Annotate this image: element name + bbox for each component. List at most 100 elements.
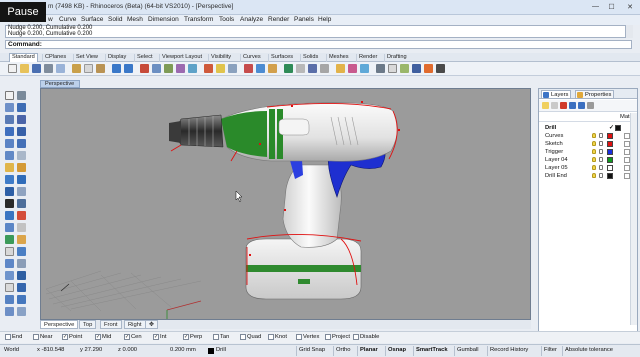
command-prompt[interactable]: Command: bbox=[5, 40, 632, 49]
layer-row[interactable]: Layer 05 bbox=[539, 164, 631, 172]
move-down-icon[interactable] bbox=[578, 102, 585, 109]
mesh-tool-icon[interactable] bbox=[17, 187, 26, 196]
tab-meshes[interactable]: Meshes bbox=[326, 54, 351, 62]
osnap-vertex[interactable]: Vertex bbox=[296, 334, 319, 340]
lock-tool-icon[interactable] bbox=[5, 307, 14, 316]
options-icon[interactable] bbox=[388, 64, 397, 73]
checkbox-icon[interactable]: ✓ bbox=[183, 334, 189, 340]
viewport-title-tab[interactable]: Perspective bbox=[40, 80, 80, 88]
layer-row[interactable]: Curves bbox=[539, 132, 631, 140]
checkbox-icon[interactable] bbox=[5, 334, 11, 340]
grid-icon[interactable] bbox=[228, 64, 237, 73]
tab-set-view[interactable]: Set View bbox=[73, 54, 100, 62]
cplane-label[interactable]: World bbox=[4, 347, 19, 353]
boolean-diff-icon[interactable] bbox=[17, 199, 26, 208]
osnap-toggle[interactable]: Osnap bbox=[385, 346, 408, 356]
shaded-icon[interactable] bbox=[284, 64, 293, 73]
layer-row[interactable]: Sketch bbox=[539, 140, 631, 148]
analyze-tool-icon[interactable] bbox=[5, 283, 14, 292]
tab-select[interactable]: Select bbox=[134, 54, 155, 62]
osnap-near[interactable]: Near bbox=[33, 334, 53, 340]
osnap-knot[interactable]: Knot bbox=[268, 334, 287, 340]
osnap-mid[interactable]: ✓ Mid bbox=[95, 334, 111, 340]
tab-right[interactable]: Right bbox=[124, 320, 146, 329]
move-tool-icon[interactable] bbox=[17, 235, 26, 244]
lightbulb-icon[interactable] bbox=[592, 149, 596, 154]
save-icon[interactable] bbox=[32, 64, 41, 73]
layer-color-swatch[interactable] bbox=[607, 165, 613, 171]
menu-item-partial[interactable]: w bbox=[48, 16, 53, 23]
line-tool-icon[interactable] bbox=[5, 103, 14, 112]
menu-dimension[interactable]: Dimension bbox=[148, 16, 179, 23]
layer-color-swatch[interactable] bbox=[607, 173, 613, 179]
lock-icon[interactable] bbox=[599, 157, 603, 162]
layer-row[interactable]: Drill ✓ bbox=[539, 124, 631, 132]
layer-color-swatch[interactable] bbox=[607, 141, 613, 147]
layer-color-swatch[interactable] bbox=[615, 125, 621, 131]
cut-icon[interactable] bbox=[72, 64, 81, 73]
rotate-tool-icon[interactable] bbox=[17, 247, 26, 256]
checkbox-icon[interactable] bbox=[325, 334, 331, 340]
menu-mesh[interactable]: Mesh bbox=[127, 16, 143, 23]
point-icon[interactable] bbox=[244, 64, 253, 73]
tab-surfaces[interactable]: Surfaces bbox=[268, 54, 295, 62]
solid-sphere-icon[interactable] bbox=[17, 175, 26, 184]
ghosted-icon[interactable] bbox=[320, 64, 329, 73]
current-layer-label[interactable]: Drill bbox=[216, 347, 226, 353]
zoom-extents-icon[interactable] bbox=[188, 64, 197, 73]
rendered-icon[interactable] bbox=[308, 64, 317, 73]
checkbox-icon[interactable] bbox=[353, 334, 359, 340]
lock-icon[interactable] bbox=[599, 165, 603, 170]
more-tools-icon[interactable] bbox=[436, 64, 445, 73]
open-folder-icon[interactable] bbox=[20, 64, 29, 73]
polyline-tool-icon[interactable] bbox=[17, 103, 26, 112]
point-tool-icon[interactable] bbox=[17, 91, 26, 100]
tab-top[interactable]: Top bbox=[79, 320, 97, 329]
properties-icon[interactable] bbox=[56, 64, 65, 73]
checkbox-icon[interactable]: ✓ bbox=[95, 334, 101, 340]
history-scrollbar[interactable] bbox=[625, 25, 633, 38]
menu-solid[interactable]: Solid bbox=[108, 16, 122, 23]
tab-curves[interactable]: Curves bbox=[240, 54, 263, 62]
layers-scrollbar[interactable] bbox=[630, 113, 637, 325]
lightbulb-icon[interactable] bbox=[592, 133, 596, 138]
tab-cplanes[interactable]: CPlanes bbox=[42, 54, 68, 62]
explode-tool-icon[interactable] bbox=[5, 235, 14, 244]
boolean-union-icon[interactable] bbox=[5, 199, 14, 208]
plugin-icon[interactable] bbox=[412, 64, 421, 73]
solid-box-icon[interactable] bbox=[5, 175, 14, 184]
copy-icon[interactable] bbox=[84, 64, 93, 73]
osnap-quad[interactable]: Quad bbox=[240, 334, 261, 340]
scale-tool-icon[interactable] bbox=[5, 259, 14, 268]
new-layer-icon[interactable] bbox=[542, 102, 549, 109]
tab-front[interactable]: Front bbox=[100, 320, 122, 329]
material-icon[interactable] bbox=[336, 64, 345, 73]
osnap-end[interactable]: End bbox=[5, 334, 22, 340]
record-history-toggle[interactable]: Record History bbox=[487, 346, 530, 356]
checkbox-icon[interactable] bbox=[33, 334, 39, 340]
circle-tool-icon[interactable] bbox=[5, 127, 14, 136]
osnap-project[interactable]: Project bbox=[325, 334, 350, 340]
tab-layers[interactable]: Layers bbox=[541, 90, 572, 99]
tab-viewport-layout[interactable]: Viewport Layout bbox=[159, 54, 204, 62]
osnap-cen[interactable]: ✓ Cen bbox=[124, 334, 142, 340]
filter-toggle[interactable]: Filter bbox=[541, 346, 559, 356]
curve-tool-icon[interactable] bbox=[5, 115, 14, 124]
lightbulb-icon[interactable] bbox=[592, 173, 596, 178]
grid-snap-toggle[interactable]: Grid Snap bbox=[296, 346, 327, 356]
mirror-tool-icon[interactable] bbox=[17, 259, 26, 268]
filter-icon[interactable] bbox=[587, 102, 594, 109]
text-tool-icon[interactable] bbox=[17, 151, 26, 160]
array-tool-icon[interactable] bbox=[5, 271, 14, 280]
perspective-viewport[interactable] bbox=[40, 88, 531, 320]
menu-tools[interactable]: Tools bbox=[219, 16, 234, 23]
checkbox-icon[interactable]: ✓ bbox=[153, 334, 159, 340]
checkbox-icon[interactable] bbox=[296, 334, 302, 340]
layer-icon[interactable] bbox=[256, 64, 265, 73]
osnap-disable[interactable]: Disable bbox=[353, 334, 379, 340]
osnap-point[interactable]: ✓ Point bbox=[62, 334, 82, 340]
extrude-surface-icon[interactable] bbox=[17, 163, 26, 172]
tab-properties[interactable]: Properties bbox=[575, 90, 615, 99]
paste-icon[interactable] bbox=[96, 64, 105, 73]
lightbulb-icon[interactable] bbox=[592, 141, 596, 146]
